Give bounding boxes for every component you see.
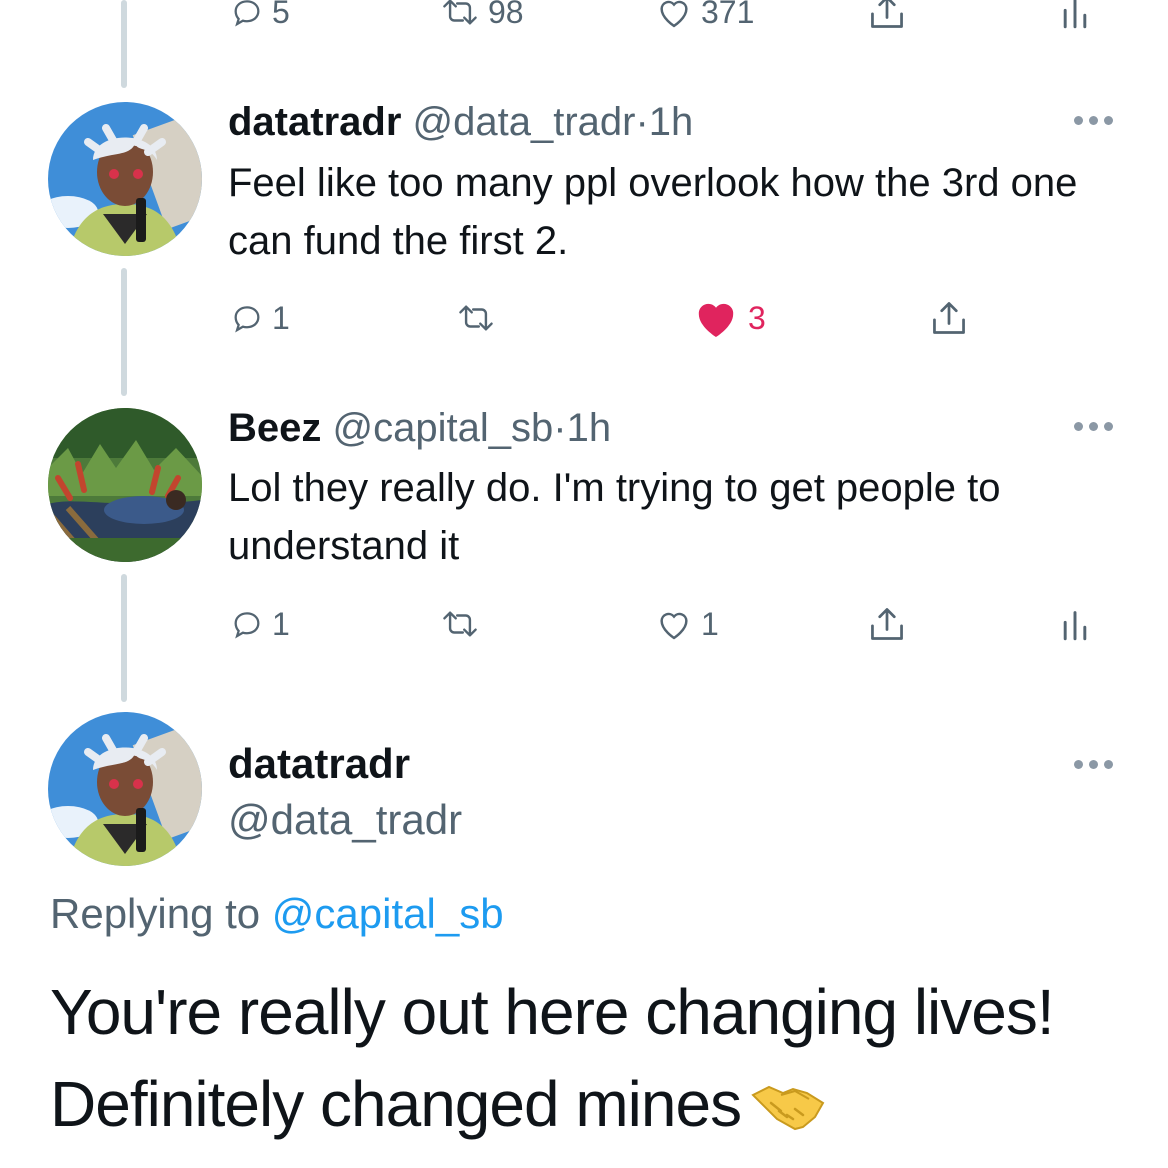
- reply-icon: [234, 0, 260, 27]
- reply-icon: [234, 306, 260, 333]
- display-name[interactable]: datatradr: [228, 100, 401, 144]
- share-icon: [933, 302, 965, 334]
- replying-to: Replying to @capital_sb: [50, 886, 504, 942]
- more-button[interactable]: [1074, 422, 1113, 431]
- tweet-actions: 1 3: [0, 288, 1168, 348]
- like-icon: [698, 303, 734, 338]
- mention-link[interactable]: @capital_sb: [272, 890, 504, 937]
- more-icon: [1074, 760, 1083, 769]
- like-icon: [660, 0, 688, 28]
- avatar[interactable]: [48, 712, 202, 866]
- more-dot: [1089, 760, 1098, 769]
- more-button[interactable]: [1074, 116, 1113, 125]
- like-button[interactable]: 1: [655, 594, 719, 654]
- top-tweet-actions: 5 98 371: [0, 0, 1168, 42]
- analytics-button[interactable]: [1058, 594, 1092, 654]
- handshake-emoji: [751, 1063, 825, 1155]
- tweet-text: Lol they really do. I'm trying to get pe…: [228, 466, 1001, 568]
- user-handle[interactable]: @data_tradr: [228, 792, 462, 848]
- reply-count: 5: [272, 0, 290, 30]
- retweet-count: 98: [488, 0, 524, 30]
- analytics-icon: [1063, 611, 1087, 641]
- user-handle[interactable]: @data_tradr: [413, 100, 636, 144]
- reply-count: 1: [272, 606, 290, 642]
- avatar[interactable]: [48, 408, 202, 562]
- share-button[interactable]: [864, 594, 910, 654]
- share-icon: [871, 608, 903, 640]
- like-count: 3: [748, 300, 766, 336]
- reply-button[interactable]: 5: [230, 0, 290, 42]
- tweet-header: Beez @capital_sb·1h: [228, 404, 611, 452]
- focused-tweet-body: You're really out here changing lives! D…: [50, 976, 1055, 1140]
- tweet-text: Feel like too many ppl overlook how the …: [228, 161, 1078, 263]
- more-dot: [1104, 760, 1113, 769]
- analytics-button[interactable]: [1058, 0, 1092, 42]
- more-dot: [1104, 116, 1113, 125]
- focused-tweet-text: You're really out here changing lives! D…: [50, 966, 1150, 1155]
- like-icon: [660, 612, 688, 640]
- like-count: 371: [701, 0, 755, 30]
- replying-prefix: Replying to: [50, 890, 261, 937]
- reply-button[interactable]: 1: [230, 288, 290, 348]
- timestamp[interactable]: 1h: [567, 406, 612, 450]
- share-icon: [871, 0, 903, 28]
- retweet-icon: [443, 611, 477, 637]
- retweet-icon: [459, 305, 493, 331]
- user-handle[interactable]: @capital_sb: [333, 406, 554, 450]
- tweet-header: datatradr @data_tradr·1h: [228, 98, 693, 146]
- more-dot: [1089, 422, 1098, 431]
- share-button[interactable]: [864, 0, 910, 42]
- separator: ·: [553, 406, 567, 450]
- more-dot: [1089, 116, 1098, 125]
- display-name[interactable]: Beez: [228, 406, 321, 450]
- like-count: 1: [701, 606, 719, 642]
- reply-count: 1: [272, 300, 290, 336]
- share-button[interactable]: [926, 288, 972, 348]
- avatar-image: [48, 712, 202, 866]
- like-button[interactable]: 3: [692, 288, 766, 348]
- more-icon: [1074, 116, 1083, 125]
- retweet-icon: [443, 0, 477, 25]
- avatar[interactable]: [48, 102, 202, 256]
- more-icon: [1074, 422, 1083, 431]
- display-name[interactable]: datatradr: [228, 736, 410, 792]
- avatar-image: [48, 102, 202, 256]
- retweet-button[interactable]: [440, 594, 480, 654]
- more-dot: [1104, 422, 1113, 431]
- reply-button[interactable]: 1: [230, 594, 290, 654]
- tweet-actions: 1 1: [0, 594, 1168, 654]
- retweet-button[interactable]: 98: [440, 0, 524, 42]
- like-button[interactable]: 371: [655, 0, 754, 42]
- avatar-image: [48, 408, 202, 562]
- timestamp[interactable]: 1h: [649, 100, 694, 144]
- more-button[interactable]: [1074, 760, 1113, 769]
- separator: ·: [635, 100, 649, 144]
- reply-icon: [234, 612, 260, 639]
- analytics-icon: [1063, 0, 1087, 29]
- retweet-button[interactable]: [456, 288, 496, 348]
